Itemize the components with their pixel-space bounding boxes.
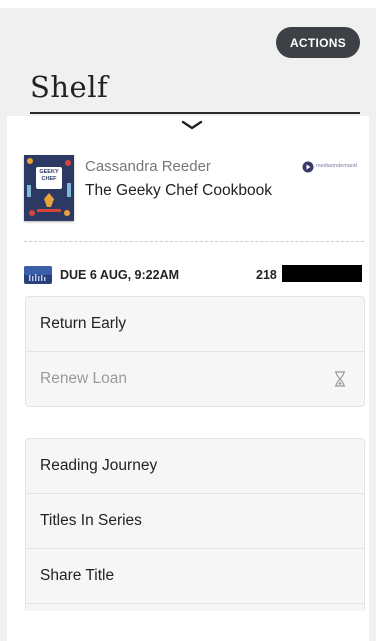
share-title-item[interactable]: Share Title: [26, 549, 364, 604]
loan-actions-list: Return Early Renew Loan: [25, 296, 365, 407]
book-title[interactable]: The Geeky Chef Cookbook: [85, 182, 272, 200]
renew-loan-label: Renew Loan: [40, 370, 128, 387]
share-title-label: Share Title: [40, 567, 115, 584]
actions-button[interactable]: ACTIONS: [276, 27, 360, 58]
cover-art-icon: [24, 155, 74, 221]
title-actions-list: Reading Journey Titles In Series Share T…: [25, 438, 365, 611]
chevron-down-icon[interactable]: [180, 118, 204, 132]
publisher-name: mediaondemand: [316, 163, 357, 169]
redacted-block: [282, 265, 362, 282]
return-early-label: Return Early: [40, 315, 127, 332]
title-underline: [30, 112, 360, 114]
titles-in-series-label: Titles In Series: [40, 512, 142, 529]
loan-id: 218: [256, 268, 277, 282]
hourglass-icon: [335, 371, 345, 387]
renew-loan-item: Renew Loan: [26, 352, 364, 406]
status-strip: [0, 0, 376, 8]
titles-in-series-item[interactable]: Titles In Series: [26, 494, 364, 549]
reading-journey-item[interactable]: Reading Journey: [26, 439, 364, 494]
header: ACTIONS Shelf: [0, 0, 376, 116]
due-date: DUE 6 AUG, 9:22AM: [60, 268, 180, 282]
book-author[interactable]: Cassandra Reeder: [85, 158, 211, 175]
cover-title: GEEKY CHEF: [39, 169, 59, 182]
book-cover[interactable]: GEEKY CHEF: [24, 155, 74, 221]
return-early-item[interactable]: Return Early: [26, 297, 364, 352]
play-circle-icon: [302, 161, 314, 173]
page-title: Shelf: [30, 70, 109, 104]
audiobook-icon: [24, 266, 52, 284]
publisher-logo: mediaondemand: [302, 161, 364, 173]
divider: [24, 241, 364, 242]
reading-journey-label: Reading Journey: [40, 457, 158, 474]
